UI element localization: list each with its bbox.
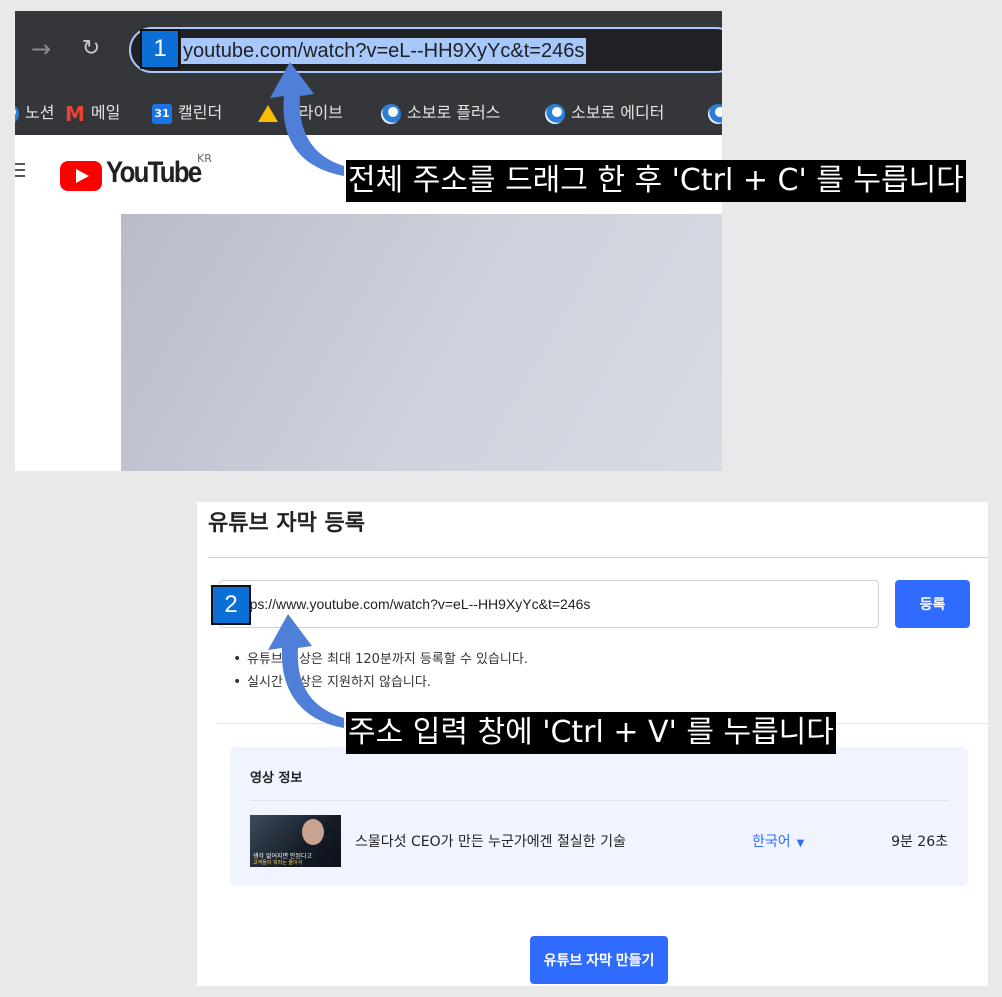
thumbnail-caption: 고객들이 뭐라는 줄이서 bbox=[253, 860, 303, 866]
page-title: 유튜브 자막 등록 bbox=[208, 511, 365, 536]
region-label: KR bbox=[197, 152, 212, 165]
bookmark-mail[interactable]: M 메일 bbox=[65, 91, 120, 135]
register-button[interactable]: 등록 bbox=[895, 580, 970, 628]
menu-icon[interactable] bbox=[15, 159, 25, 179]
video-info-card: 영상 정보 생각 없어지면 안된다고 고객들이 뭐라는 줄이서 스물다섯 CEO… bbox=[230, 747, 968, 886]
video-name: 스물다섯 CEO가 만든 누군가에겐 절실한 기술 bbox=[355, 834, 626, 850]
globe-icon bbox=[545, 103, 565, 124]
globe-icon bbox=[708, 103, 722, 124]
step-1-instruction: 전체 주소를 드래그 한 후 'Ctrl + C' 를 누릅니다 bbox=[346, 160, 966, 202]
bookmark-notion[interactable]: 노션 bbox=[15, 91, 54, 135]
youtube-logo-icon[interactable] bbox=[60, 161, 102, 191]
bookmark-sovoro-editor[interactable]: 소보로 에디터 bbox=[545, 91, 664, 135]
bookmark-label: 메일 bbox=[90, 103, 121, 122]
bookmark-label: 소보로 에디터 bbox=[571, 103, 665, 122]
language-select[interactable]: 한국어 ▼ bbox=[752, 831, 804, 851]
video-thumbnail: 생각 없어지면 안된다고 고객들이 뭐라는 줄이서 bbox=[250, 815, 341, 867]
youtube-wordmark[interactable]: YouTube bbox=[106, 156, 202, 190]
bookmark-label: 캘린더 bbox=[178, 103, 223, 122]
video-info-divider bbox=[250, 800, 948, 801]
title-divider bbox=[208, 557, 988, 558]
bookmark-sovoro-plus[interactable]: 소보로 플러스 bbox=[381, 91, 500, 135]
bookmark-label: 소보로 플러스 bbox=[407, 103, 501, 122]
bookmark-drive[interactable]: 드라이브 bbox=[258, 91, 343, 135]
reload-icon[interactable]: ↻ bbox=[77, 35, 105, 63]
step-1-badge: 1 bbox=[140, 29, 180, 69]
gmail-icon: M bbox=[65, 101, 85, 126]
forward-icon[interactable]: → bbox=[27, 35, 55, 63]
thumbnail-person bbox=[302, 819, 324, 845]
bookmark-calendar[interactable]: 31 캘린더 bbox=[152, 91, 222, 135]
notes-list: 유튜브 영상은 최대 120분까지 등록할 수 있습니다. 실시간 영상은 지원… bbox=[233, 648, 528, 694]
step-2-badge: 2 bbox=[211, 585, 251, 625]
youtube-url-input[interactable] bbox=[219, 580, 879, 628]
bookmark-label: 드라이브 bbox=[284, 103, 343, 122]
drive-icon bbox=[258, 105, 278, 122]
note-item: 실시간 영상은 지원하지 않습니다. bbox=[233, 671, 528, 694]
globe-icon bbox=[15, 103, 19, 124]
language-value: 한국어 bbox=[752, 834, 791, 850]
video-player[interactable] bbox=[121, 214, 722, 471]
step-2-instruction: 주소 입력 창에 'Ctrl + V' 를 누릅니다 bbox=[346, 712, 836, 754]
note-item: 유튜브 영상은 최대 120분까지 등록할 수 있습니다. bbox=[233, 648, 528, 671]
video-info-title: 영상 정보 bbox=[250, 771, 303, 786]
address-bar-url[interactable]: youtube.com/watch?v=eL--HH9XyYc&t=246s bbox=[181, 38, 587, 64]
caret-down-icon: ▼ bbox=[796, 838, 805, 849]
bookmark-overflow[interactable] bbox=[708, 91, 722, 135]
browser-screenshot: → ↻ youtube.com/watch?v=eL--HH9XyYc&t=24… bbox=[15, 11, 722, 471]
bookmark-label: 노션 bbox=[25, 103, 55, 122]
globe-icon bbox=[381, 103, 401, 124]
create-subtitles-button[interactable]: 유튜브 자막 만들기 bbox=[530, 936, 668, 984]
calendar-icon: 31 bbox=[152, 103, 172, 124]
video-duration: 9분 26초 bbox=[891, 834, 948, 850]
